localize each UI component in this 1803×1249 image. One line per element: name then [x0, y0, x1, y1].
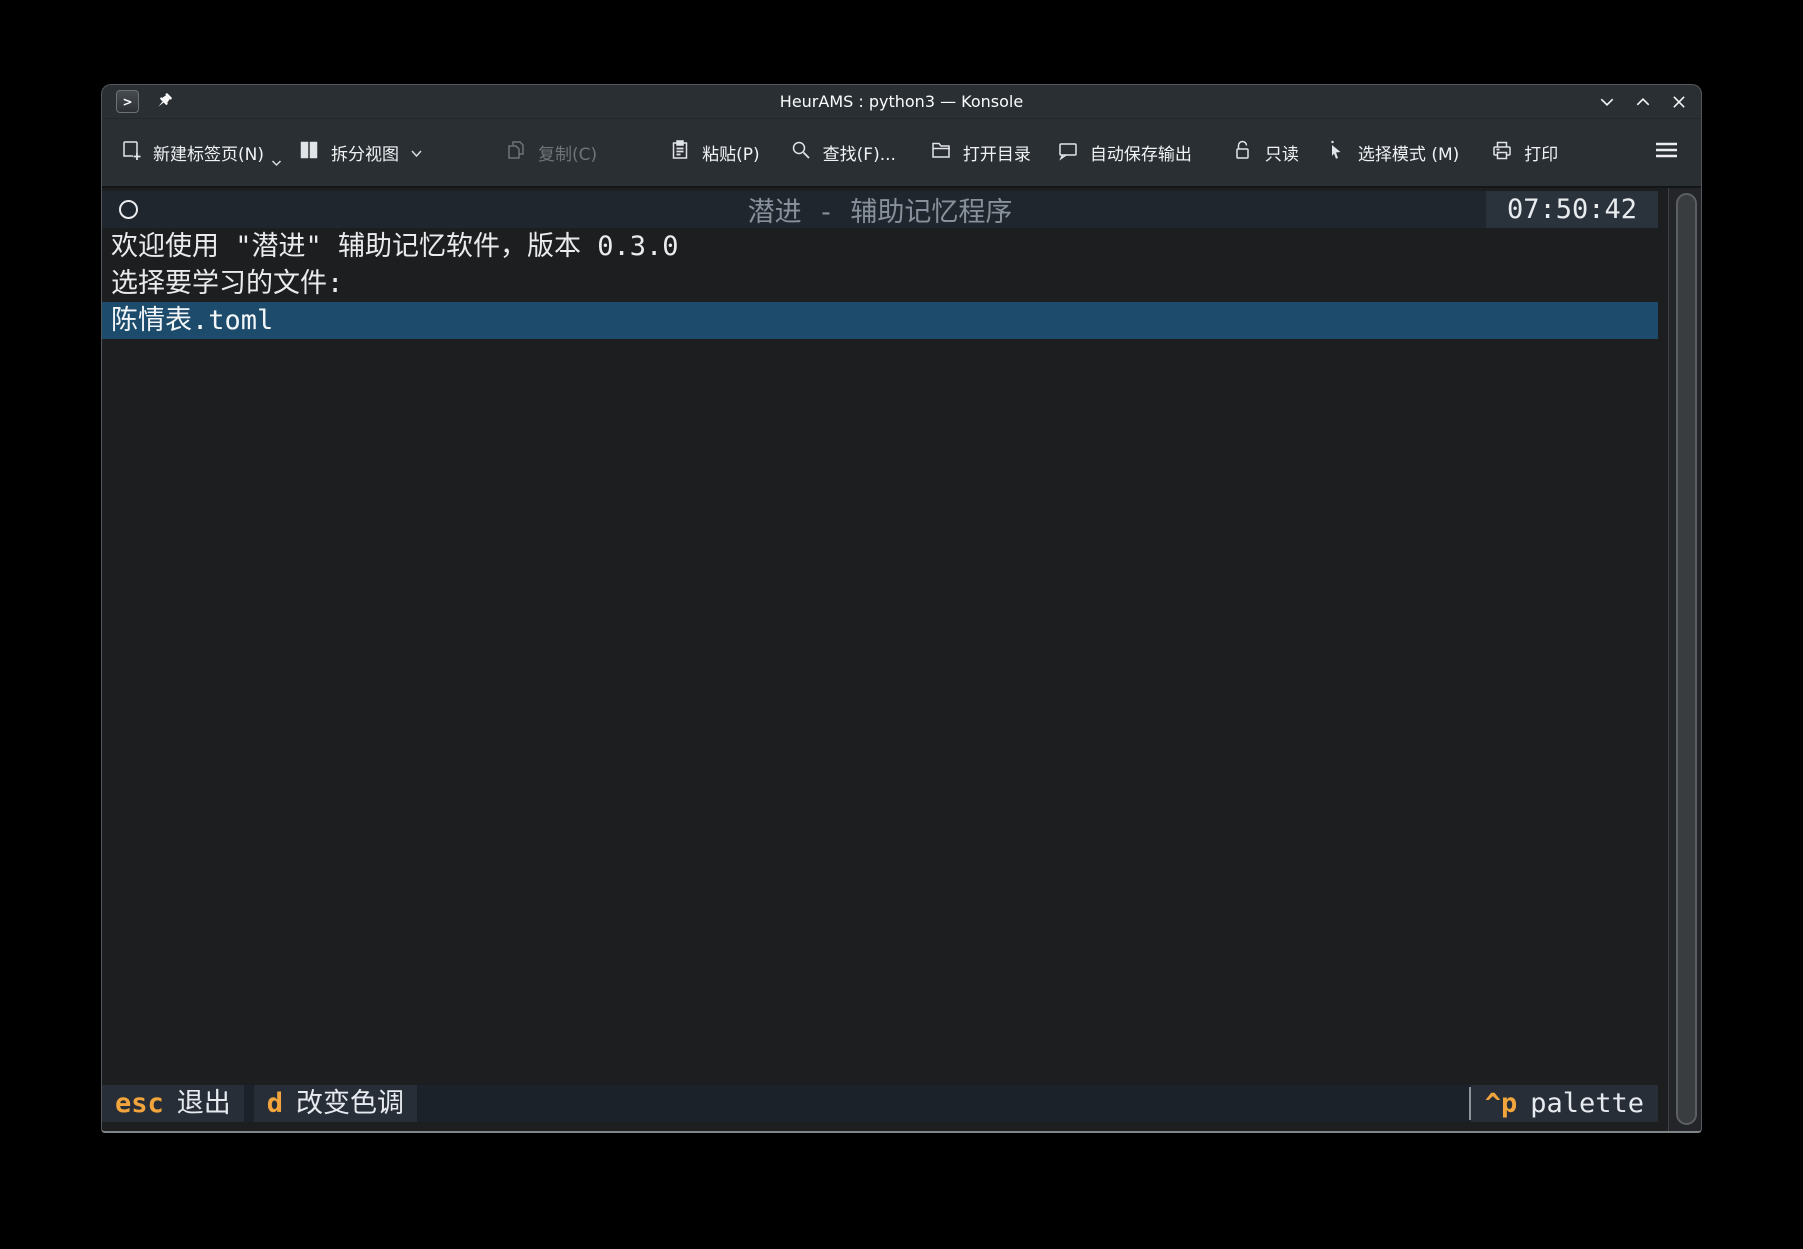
menu-button[interactable]	[1654, 140, 1679, 165]
chevron-down-icon	[271, 152, 282, 172]
lock-open-icon	[1232, 139, 1254, 166]
key-ctrl-p: ^p	[1485, 1085, 1518, 1122]
minimize-button[interactable]	[1599, 94, 1615, 110]
split-view-icon	[298, 139, 320, 166]
print-button[interactable]: 打印	[1491, 139, 1558, 166]
prompt-line: 选择要学习的文件:	[102, 265, 1658, 302]
palette-binding[interactable]: ^p palette	[1471, 1085, 1658, 1122]
read-only-button[interactable]: 只读	[1232, 139, 1299, 166]
footer-binding-esc[interactable]: esc 退出	[102, 1085, 244, 1122]
copy-button[interactable]: 复制(C)	[505, 139, 597, 166]
toolbar-label: 只读	[1265, 140, 1299, 165]
chevron-down-icon	[410, 143, 423, 163]
close-button[interactable]	[1671, 94, 1687, 110]
split-view-button[interactable]: 拆分视图	[298, 139, 423, 166]
circle-icon[interactable]	[119, 200, 138, 219]
open-directory-button[interactable]: 打开目录	[930, 139, 1031, 166]
key-d-label: 改变色调	[296, 1085, 404, 1122]
title-bar: > HeurAMS : python3 — Konsole	[102, 85, 1701, 118]
search-icon	[790, 139, 812, 166]
paste-button[interactable]: 粘贴(P)	[669, 139, 760, 166]
printer-icon	[1491, 139, 1513, 166]
toolbar-label: 拆分视图	[331, 140, 399, 165]
palette-label: palette	[1530, 1085, 1644, 1122]
konsole-window: > HeurAMS : python3 — Konsole	[101, 84, 1702, 1133]
paste-icon	[669, 139, 691, 166]
tui-header: 潜进 - 辅助记忆程序 07:50:42	[102, 191, 1658, 228]
toolbar: 新建标签页(N) 拆分视图	[102, 118, 1701, 188]
toolbar-label: 复制(C)	[538, 140, 597, 165]
copy-icon	[505, 139, 527, 166]
tui-title: 潜进 - 辅助记忆程序	[748, 190, 1013, 229]
toolbar-label: 打开目录	[963, 140, 1031, 165]
select-mode-button[interactable]: 选择模式 (M)	[1325, 139, 1459, 166]
list-item-selected[interactable]: 陈情表.toml	[102, 302, 1658, 339]
output-bubble-icon	[1057, 139, 1079, 166]
new-tab-icon	[120, 139, 142, 166]
tui-footer: esc 退出 d 改变色调 ^p palette	[102, 1085, 1658, 1122]
welcome-line: 欢迎使用 "潜进" 辅助记忆软件，版本 0.3.0	[102, 228, 1658, 265]
cursor-icon	[1325, 139, 1347, 166]
toolbar-label: 新建标签页(N)	[153, 140, 264, 165]
find-button[interactable]: 查找(F)...	[790, 139, 896, 166]
toolbar-label: 查找(F)...	[823, 140, 896, 165]
scrollbar-thumb[interactable]	[1676, 193, 1697, 1125]
hamburger-icon	[1654, 140, 1679, 165]
key-d: d	[267, 1085, 283, 1122]
terminal-area[interactable]: 潜进 - 辅助记忆程序 07:50:42 欢迎使用 "潜进" 辅助记忆软件，版本…	[102, 188, 1701, 1132]
scrollbar[interactable]	[1668, 188, 1701, 1132]
toolbar-label: 打印	[1524, 140, 1558, 165]
key-esc: esc	[115, 1085, 164, 1122]
folder-icon	[930, 139, 952, 166]
toolbar-label: 选择模式 (M)	[1358, 140, 1459, 165]
clock: 07:50:42	[1486, 191, 1658, 228]
footer-binding-d[interactable]: d 改变色调	[254, 1085, 417, 1122]
key-esc-label: 退出	[177, 1085, 231, 1122]
konsole-app-icon[interactable]: >	[116, 90, 139, 113]
autosave-output-button[interactable]: 自动保存输出	[1057, 139, 1192, 166]
maximize-button[interactable]	[1635, 94, 1651, 110]
toolbar-label: 粘贴(P)	[702, 140, 760, 165]
window-title: HeurAMS : python3 — Konsole	[780, 92, 1023, 111]
pin-icon[interactable]	[155, 92, 174, 111]
toolbar-label: 自动保存输出	[1090, 140, 1192, 165]
new-tab-button[interactable]: 新建标签页(N)	[120, 139, 264, 166]
